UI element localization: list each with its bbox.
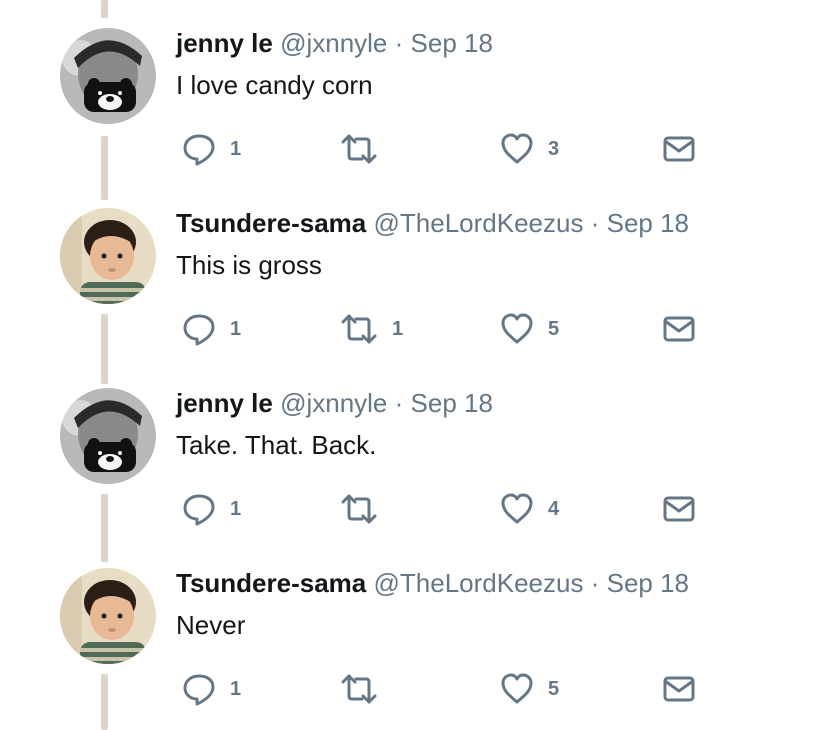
- tweet-text: Take. That. Back.: [176, 430, 377, 460]
- retweet-button[interactable]: [340, 132, 392, 166]
- reply-count: 1: [230, 497, 242, 520]
- like-button[interactable]: 4: [500, 492, 559, 526]
- toddler-photo-avatar-icon: [60, 568, 156, 664]
- retweet-count: 1: [392, 317, 404, 340]
- envelope-icon: [663, 496, 695, 522]
- separator: ·: [394, 388, 404, 418]
- retweet-arrows-icon: [341, 134, 377, 164]
- envelope-icon: [663, 316, 695, 342]
- reply-button[interactable]: 1: [182, 672, 241, 706]
- reply-bubble-icon: [183, 134, 215, 166]
- heart-icon: [501, 133, 533, 164]
- avatar[interactable]: [60, 28, 156, 124]
- reply-button[interactable]: 1: [182, 492, 241, 526]
- retweet-arrows-icon: [341, 494, 377, 524]
- reply-count: 1: [230, 137, 242, 160]
- tweet-date[interactable]: Sep 18: [607, 568, 689, 598]
- reply-bubble-icon: [183, 674, 215, 706]
- direct-message-button[interactable]: [662, 492, 696, 526]
- direct-message-button[interactable]: [662, 672, 696, 706]
- tweet[interactable]: jenny le @jxnnyle · Sep 18 I love candy …: [0, 0, 818, 180]
- display-name[interactable]: Tsundere-sama: [176, 568, 366, 598]
- black-cat-mask-avatar-icon: [60, 388, 156, 484]
- tweet-text: Never: [176, 610, 246, 640]
- display-name[interactable]: Tsundere-sama: [176, 208, 366, 238]
- envelope-icon: [663, 676, 695, 702]
- direct-message-button[interactable]: [662, 312, 696, 346]
- retweet-arrows-icon: [341, 674, 377, 704]
- retweet-button[interactable]: [340, 492, 392, 526]
- reply-button[interactable]: 1: [182, 312, 241, 346]
- retweet-button[interactable]: [340, 672, 392, 706]
- tweet-header: Tsundere-sama @TheLordKeezus · Sep 18: [176, 208, 689, 238]
- like-count: 5: [548, 677, 560, 700]
- reply-bubble-icon: [183, 494, 215, 526]
- like-count: 4: [548, 497, 560, 520]
- tweet-text: This is gross: [176, 250, 322, 280]
- retweet-arrows-icon: [341, 314, 377, 344]
- avatar[interactable]: [60, 388, 156, 484]
- user-handle[interactable]: @jxnnyle: [280, 388, 387, 418]
- reply-button[interactable]: 1: [182, 132, 241, 166]
- separator: ·: [590, 568, 600, 598]
- display-name[interactable]: jenny le: [176, 28, 273, 58]
- user-handle[interactable]: @TheLordKeezus: [374, 568, 584, 598]
- direct-message-button[interactable]: [662, 132, 696, 166]
- like-count: 5: [548, 317, 560, 340]
- reply-count: 1: [230, 317, 242, 340]
- tweet-text: I love candy corn: [176, 70, 373, 100]
- toddler-photo-avatar-icon: [60, 208, 156, 304]
- tweet-header: jenny le @jxnnyle · Sep 18: [176, 388, 493, 418]
- user-handle[interactable]: @jxnnyle: [280, 28, 387, 58]
- tweet-header: Tsundere-sama @TheLordKeezus · Sep 18: [176, 568, 689, 598]
- tweet[interactable]: Tsundere-sama @TheLordKeezus · Sep 18 Th…: [0, 180, 818, 360]
- envelope-icon: [663, 136, 695, 162]
- tweet-date[interactable]: Sep 18: [411, 28, 493, 58]
- heart-icon: [501, 673, 533, 704]
- separator: ·: [394, 28, 404, 58]
- like-button[interactable]: 3: [500, 132, 559, 166]
- separator: ·: [590, 208, 600, 238]
- avatar[interactable]: [60, 568, 156, 664]
- tweet-header: jenny le @jxnnyle · Sep 18: [176, 28, 493, 58]
- retweet-button[interactable]: 1: [340, 312, 403, 346]
- reply-count: 1: [230, 677, 242, 700]
- tweet[interactable]: jenny le @jxnnyle · Sep 18 Take. That. B…: [0, 360, 818, 540]
- heart-icon: [501, 313, 533, 344]
- tweet[interactable]: Tsundere-sama @TheLordKeezus · Sep 18 Ne…: [0, 540, 818, 720]
- black-cat-mask-avatar-icon: [60, 28, 156, 124]
- user-handle[interactable]: @TheLordKeezus: [374, 208, 584, 238]
- avatar[interactable]: [60, 208, 156, 304]
- tweet-date[interactable]: Sep 18: [411, 388, 493, 418]
- reply-bubble-icon: [183, 314, 215, 346]
- like-button[interactable]: 5: [500, 312, 559, 346]
- like-button[interactable]: 5: [500, 672, 559, 706]
- tweet-date[interactable]: Sep 18: [607, 208, 689, 238]
- display-name[interactable]: jenny le: [176, 388, 273, 418]
- like-count: 3: [548, 137, 560, 160]
- heart-icon: [501, 493, 533, 524]
